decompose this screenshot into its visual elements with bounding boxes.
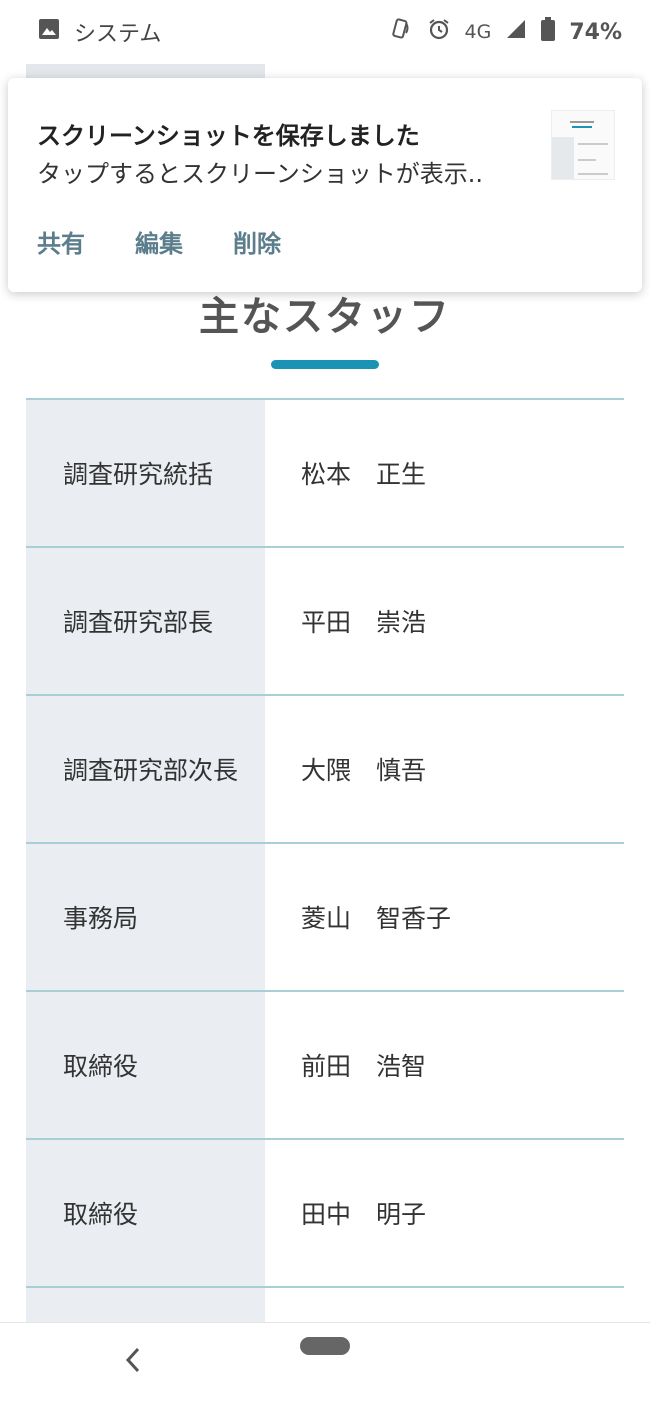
notification-actions: 共有 編集 削除 [37, 224, 281, 259]
staff-name: 平田 崇浩 [301, 608, 427, 637]
notification-body: タップするとスクリーンショットが表示.. [37, 160, 484, 188]
screenshot-notification[interactable]: スクリーンショットを保存しました タップするとスクリーンショットが表示.. 共有… [8, 78, 642, 292]
battery-percent: 74% [569, 19, 622, 45]
status-bar: システム 4G 74% [0, 0, 650, 64]
staff-name: 松本 正生 [301, 460, 427, 489]
staff-role: 事務局 [26, 844, 265, 990]
battery-icon [541, 17, 556, 47]
status-left: システム [38, 16, 161, 48]
signal-icon [505, 18, 527, 46]
table-row: 事務局 菱山 智香子 [26, 844, 624, 992]
staff-name: 菱山 智香子 [301, 904, 452, 933]
staff-role: 調査研究部次長 [26, 696, 265, 842]
notification-app-name: システム [74, 22, 162, 47]
staff-name: 田中 明子 [301, 1200, 427, 1229]
table-row: 調査研究統括 松本 正生 [26, 400, 624, 548]
chevron-left-icon[interactable] [122, 1345, 144, 1383]
staff-role: 取締役 [26, 992, 265, 1138]
delete-button[interactable]: 削除 [233, 224, 281, 259]
staff-role: 調査研究統括 [26, 400, 265, 546]
section-title: 主なスタッフ [199, 294, 451, 340]
staff-name: 大隈 慎吾 [301, 756, 427, 785]
network-type: 4G [464, 21, 492, 43]
navigation-bar [0, 1322, 650, 1409]
screenshot-thumbnail[interactable] [551, 110, 615, 180]
staff-name: 前田 浩智 [301, 1052, 427, 1081]
nfc-vibrate-icon [389, 17, 413, 47]
table-row: 調査研究部長 平田 崇浩 [26, 548, 624, 696]
table-row: 取締役 田中 明子 [26, 1140, 624, 1288]
alarm-icon [427, 17, 451, 47]
edit-button[interactable]: 編集 [135, 224, 183, 259]
staff-role: 取締役 [26, 1140, 265, 1286]
home-pill-icon[interactable] [300, 1337, 350, 1355]
title-underline [271, 360, 379, 369]
notification-title: スクリーンショットを保存しました [37, 122, 420, 150]
table-row: 取締役 前田 浩智 [26, 992, 624, 1140]
staff-role: 調査研究部長 [26, 548, 265, 694]
image-icon [38, 18, 60, 46]
share-button[interactable]: 共有 [37, 224, 85, 259]
status-right: 4G 74% [389, 17, 622, 47]
staff-table: 調査研究統括 松本 正生 調査研究部長 平田 崇浩 調査研究部次長 大隈 慎吾 … [26, 398, 624, 1328]
table-row: 調査研究部次長 大隈 慎吾 [26, 696, 624, 844]
